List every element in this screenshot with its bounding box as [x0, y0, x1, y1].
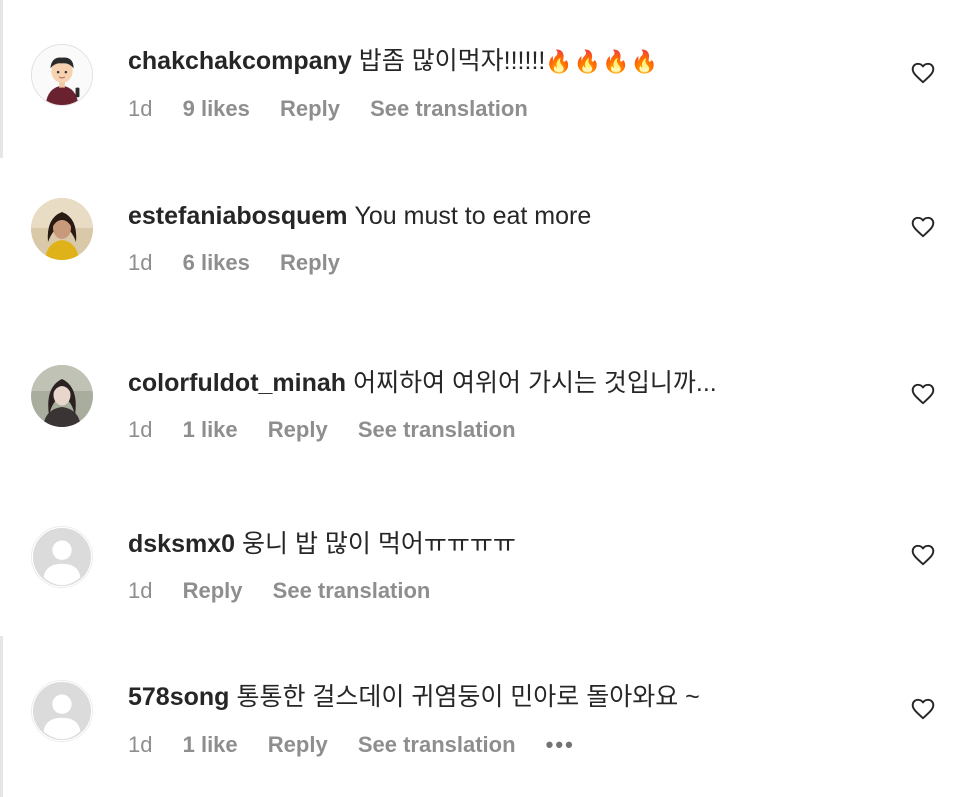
heart-icon[interactable] [910, 60, 936, 86]
comment-item: colorfuldot_minah 어찌하여 여위어 가시는 것입니까... 1d… [0, 322, 960, 442]
reply-button[interactable]: Reply [280, 250, 340, 275]
default-avatar[interactable] [31, 680, 93, 742]
username-link[interactable]: colorfuldot_minah [128, 369, 346, 397]
comment-item: 578song 통통한 걸스데이 귀염둥이 민아로 돌아와요 ~ 1d 1 lik… [0, 636, 960, 759]
heart-icon[interactable] [910, 214, 936, 240]
comment-line: 578song 통통한 걸스데이 귀염둥이 민아로 돌아와요 ~ [128, 682, 700, 712]
comment-item: dsksmx0 웅니 밥 많이 먹어ㅠㅠㅠㅠ 1d Reply See trans… [0, 483, 960, 603]
timestamp[interactable]: 1d [128, 578, 152, 603]
more-options-icon[interactable]: ••• [546, 732, 575, 757]
avatar[interactable] [31, 44, 93, 106]
comment-line: chakchakcompany 밥좀 많이먹자!!!!!!🔥🔥🔥🔥 [128, 46, 659, 77]
reply-button[interactable]: Reply [268, 417, 328, 442]
likes-count[interactable]: 9 likes [183, 96, 250, 121]
comment-item: chakchakcompany 밥좀 많이먹자!!!!!!🔥🔥🔥🔥 1d 9 li… [0, 0, 960, 123]
username-link[interactable]: dsksmx0 [128, 530, 235, 558]
timestamp[interactable]: 1d [128, 250, 152, 275]
username-link[interactable]: chakchakcompany [128, 47, 352, 75]
avatar[interactable] [31, 365, 93, 427]
timestamp[interactable]: 1d [128, 732, 152, 757]
reply-button[interactable]: Reply [268, 732, 328, 757]
see-translation-button[interactable]: See translation [273, 578, 431, 603]
heart-icon[interactable] [910, 542, 936, 568]
see-translation-button[interactable]: See translation [358, 417, 516, 442]
likes-count[interactable]: 1 like [183, 732, 238, 757]
see-translation-button[interactable]: See translation [358, 732, 516, 757]
comment-text: 통통한 걸스데이 귀염둥이 민아로 돌아와요 ~ [236, 683, 700, 711]
comment-text: 밥좀 많이먹자!!!!!! [358, 47, 546, 75]
comment-text: 어찌하여 여위어 가시는 것입니까... [353, 369, 717, 397]
comment-meta: 1d 6 likes Reply [128, 249, 364, 277]
comment-line: estefaniabosquem You must to eat more [128, 201, 591, 231]
timestamp[interactable]: 1d [128, 417, 152, 442]
reply-button[interactable]: Reply [280, 96, 340, 121]
avatar[interactable] [31, 198, 93, 260]
comment-line: dsksmx0 웅니 밥 많이 먹어ㅠㅠㅠㅠ [128, 529, 516, 559]
fire-emoji: 🔥🔥🔥🔥 [545, 49, 659, 74]
see-translation-button[interactable]: See translation [370, 96, 528, 121]
username-link[interactable]: 578song [128, 683, 229, 711]
timestamp[interactable]: 1d [128, 96, 152, 121]
comment-item: estefaniabosquem You must to eat more 1d … [0, 155, 960, 275]
likes-count[interactable]: 1 like [183, 417, 238, 442]
comment-meta: 1d 1 like Reply See translation [128, 416, 540, 444]
likes-count[interactable]: 6 likes [183, 250, 250, 275]
heart-icon[interactable] [910, 381, 936, 407]
comment-meta: 1d Reply See translation [128, 577, 454, 605]
comment-line: colorfuldot_minah 어찌하여 여위어 가시는 것입니까... [128, 368, 717, 398]
comment-meta: 1d 9 likes Reply See translation [128, 95, 552, 123]
comment-text: You must to eat more [354, 202, 592, 230]
comment-meta: 1d 1 like Reply See translation ••• [128, 731, 599, 759]
comment-text: 웅니 밥 많이 먹어ㅠㅠㅠㅠ [242, 530, 516, 558]
username-link[interactable]: estefaniabosquem [128, 202, 348, 230]
default-avatar[interactable] [31, 526, 93, 588]
reply-button[interactable]: Reply [183, 578, 243, 603]
heart-icon[interactable] [910, 696, 936, 722]
